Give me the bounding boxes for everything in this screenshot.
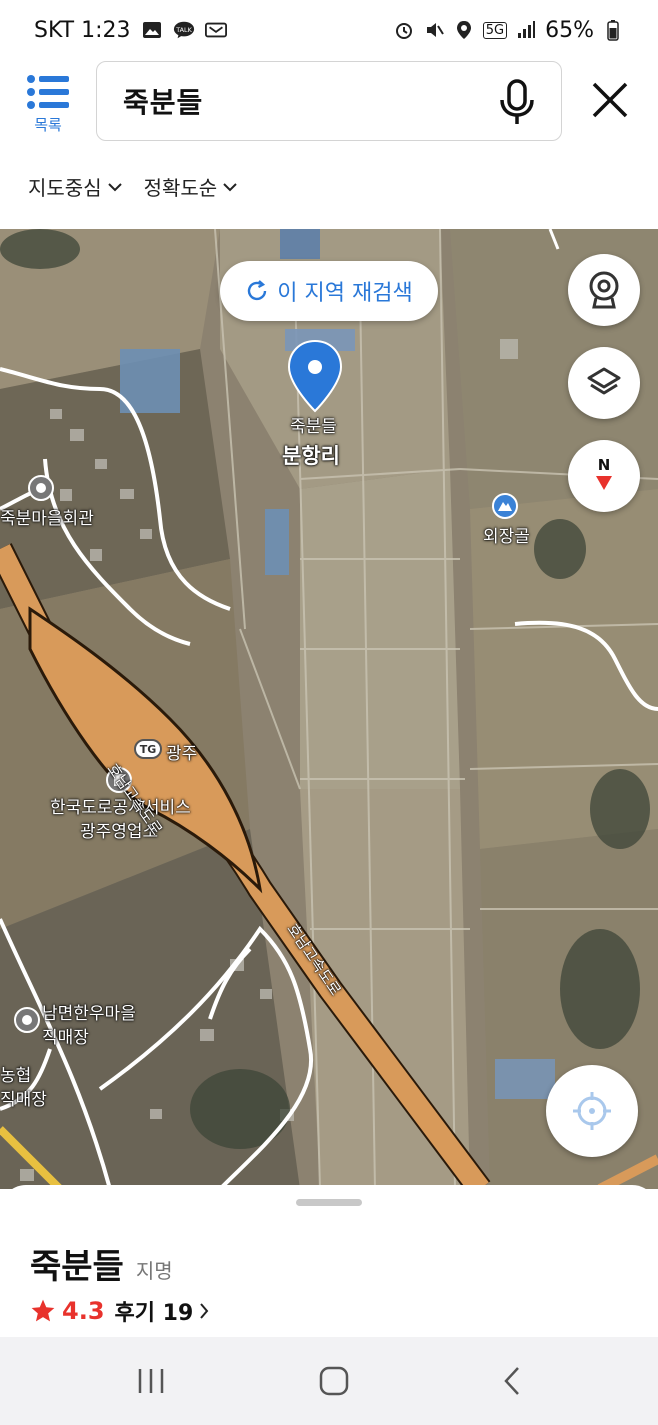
close-icon[interactable] [588,78,632,122]
pin-label: 죽분들 [290,417,337,437]
rating-row[interactable]: 4.3 후기 19 [30,1295,209,1327]
crosshair-icon [573,1092,611,1130]
search-query: 죽분들 [123,86,204,119]
filter-accuracy[interactable]: 정확도순 [144,172,238,201]
shop-label-line2: 직매장 [42,1028,89,1048]
village-label: 분항리 [282,444,340,468]
refresh-icon [248,280,267,301]
current-location-button[interactable] [546,1065,638,1157]
filter-map-center[interactable]: 지도중심 [28,172,122,201]
network-type: 5G [482,21,508,39]
location-icon [453,19,475,41]
svg-text:N: N [598,456,611,474]
message-icon [204,19,227,41]
coop-label-line2: 직매장 [0,1090,47,1110]
recents-icon[interactable] [136,1367,166,1395]
search-header: 목록 죽분들 [0,60,658,152]
place-name: 죽분들 [30,1247,124,1287]
chevron-right-icon [200,1303,209,1319]
cctv-button[interactable] [568,254,640,326]
camera-icon [589,271,619,309]
star-icon [31,1299,55,1322]
mountain-marker-icon [492,493,518,519]
chevron-down-icon [107,182,122,191]
mute-icon [423,19,445,41]
chevron-down-icon [223,182,237,191]
carrier-time: SKT 1:23 [34,17,131,43]
tg-badge: TG [134,739,162,759]
coop-label-line1: 농협 [0,1066,32,1086]
compass-button[interactable]: N [568,440,640,512]
signal-icon [515,19,537,41]
mic-icon[interactable] [497,78,537,126]
system-nav-bar [0,1337,658,1425]
back-icon[interactable] [502,1365,522,1397]
hall-marker-icon [28,475,54,501]
layers-icon [587,367,621,395]
svg-text:TALK: TALK [175,26,192,34]
hall-label: 죽분마을회관 [0,509,94,529]
list-button[interactable]: 목록 [22,74,74,138]
filter-label: 정확도순 [143,176,218,200]
list-label: 목록 [34,116,62,134]
compass-icon: N [596,456,612,490]
place-title: 죽분들 지명 [30,1239,173,1288]
research-label: 이 지역 재검색 [277,281,413,306]
search-input[interactable]: 죽분들 [96,61,562,141]
gwangju-label: 광주 [166,744,198,764]
layers-button[interactable] [568,347,640,419]
research-area-button[interactable]: 이 지역 재검색 [220,261,438,321]
place-sheet[interactable]: 죽분들 지명 4.3 후기 19 [0,1185,658,1345]
map-pin-icon[interactable] [286,339,344,413]
filter-bar: 지도중심 정확도순 [28,172,237,201]
battery-percent: 65% [545,17,594,43]
place-category: 지명 [135,1259,173,1283]
filter-label: 지도중심 [28,176,102,200]
talk-icon: TALK [173,19,195,41]
home-icon[interactable] [318,1365,350,1397]
alarm-icon [393,19,415,41]
rating-score: 4.3 [62,1297,105,1325]
shop-marker-icon [14,1007,40,1033]
map-view[interactable]: 이 지역 재검색 죽분들 분항리 죽분마을회관 외장골 TG 광주 한국도로공사… [0,229,658,1189]
status-bar: SKT 1:23 TALK 5G 65% [0,0,658,60]
list-icon [27,75,69,109]
gallery-icon [141,19,163,41]
sheet-handle[interactable] [296,1199,362,1206]
review-count[interactable]: 후기 19 [115,1295,194,1327]
battery-icon [602,19,624,41]
oejang-label: 외장골 [483,527,530,547]
shop-label-line1: 남면한우마을 [42,1004,136,1024]
